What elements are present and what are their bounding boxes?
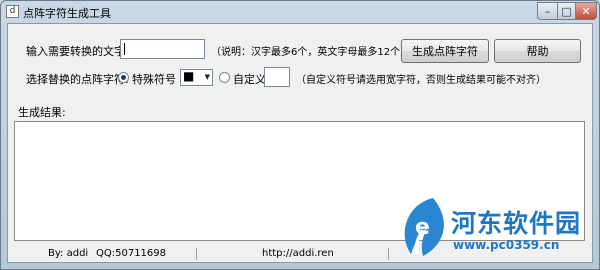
title-bar[interactable]: d 点阵字符生成工具 – □ ✕ bbox=[1, 1, 599, 23]
watermark-logo-icon: e bbox=[404, 198, 444, 256]
status-divider bbox=[196, 248, 197, 260]
app-icon: d bbox=[6, 5, 19, 18]
result-label: 生成结果: bbox=[18, 106, 66, 119]
window-title: 点阵字符生成工具 bbox=[23, 7, 111, 20]
help-button[interactable]: 帮助 bbox=[494, 39, 581, 63]
symbol-label: 选择替换的点阵字符: bbox=[26, 73, 129, 86]
symbol-select[interactable]: ■ ▼ bbox=[180, 69, 213, 86]
status-author: By: addi bbox=[48, 248, 89, 259]
svg-text:e: e bbox=[415, 215, 430, 240]
generate-button[interactable]: 生成点阵字符 bbox=[401, 39, 489, 63]
custom-symbol-input[interactable] bbox=[264, 67, 290, 87]
watermark-text: 河东软件园 bbox=[451, 209, 582, 238]
minimize-button[interactable]: – bbox=[537, 2, 557, 20]
special-symbol-label[interactable]: 特殊符号 bbox=[132, 71, 176, 87]
selected-symbol: ■ bbox=[183, 69, 195, 83]
custom-symbol-radio[interactable] bbox=[219, 72, 230, 83]
close-button[interactable]: ✕ bbox=[575, 2, 597, 20]
chevron-down-icon: ▼ bbox=[204, 73, 210, 81]
status-divider bbox=[388, 248, 389, 260]
maximize-button[interactable]: □ bbox=[557, 2, 575, 20]
app-window: d 点阵字符生成工具 – □ ✕ 输入需要转换的文字: （说明：汉字最多6个，英… bbox=[0, 0, 600, 270]
watermark: e 河东软件园 www.pc0359.cn bbox=[393, 194, 593, 260]
symbol-note: （自定义符号请选用宽字符，否则生成结果可能不对齐） bbox=[296, 75, 546, 86]
text-input[interactable] bbox=[120, 39, 205, 59]
text-cursor bbox=[124, 43, 125, 55]
input-note: （说明：汉字最多6个，英文字母最多12个） bbox=[211, 47, 411, 58]
special-symbol-radio[interactable] bbox=[118, 72, 129, 83]
watermark-url: www.pc0359.cn bbox=[453, 238, 560, 252]
status-qq: QQ:50711698 bbox=[96, 248, 167, 259]
input-label: 输入需要转换的文字: bbox=[26, 45, 129, 58]
status-url: http://addi.ren bbox=[262, 248, 334, 259]
